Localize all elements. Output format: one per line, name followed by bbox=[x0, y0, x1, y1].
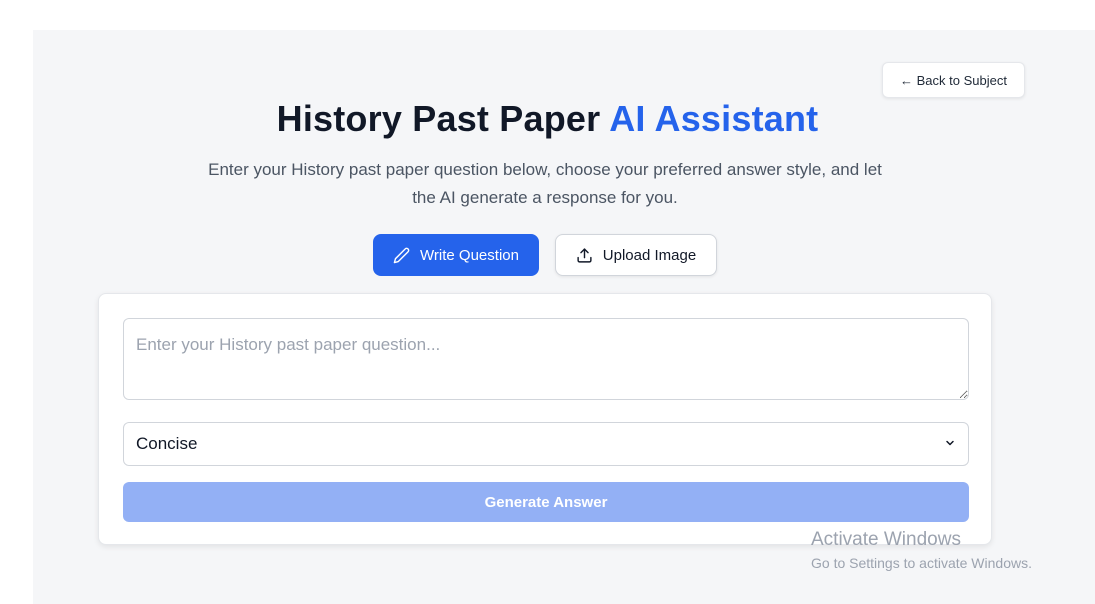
title-main: History Past Paper bbox=[276, 98, 610, 139]
back-to-subject-button[interactable]: ← Back to Subject bbox=[882, 62, 1025, 98]
pencil-icon bbox=[393, 247, 410, 264]
write-question-button[interactable]: Write Question bbox=[373, 234, 539, 276]
page-subtitle: Enter your History past paper question b… bbox=[208, 160, 882, 207]
answer-style-select[interactable]: Concise bbox=[123, 422, 969, 466]
title-accent: AI Assistant bbox=[609, 98, 819, 139]
upload-image-button[interactable]: Upload Image bbox=[555, 234, 717, 276]
question-input[interactable] bbox=[123, 318, 969, 400]
generate-answer-button[interactable]: Generate Answer bbox=[123, 482, 969, 522]
upload-icon bbox=[576, 247, 593, 264]
answer-style-value: Concise bbox=[136, 434, 198, 453]
upload-image-label: Upload Image bbox=[602, 246, 697, 264]
chevron-down-icon bbox=[944, 434, 956, 454]
write-question-label: Write Question bbox=[420, 246, 519, 264]
question-form-card: Concise Generate Answer bbox=[98, 293, 992, 545]
page-title: History Past Paper AI Assistant bbox=[0, 98, 1095, 140]
